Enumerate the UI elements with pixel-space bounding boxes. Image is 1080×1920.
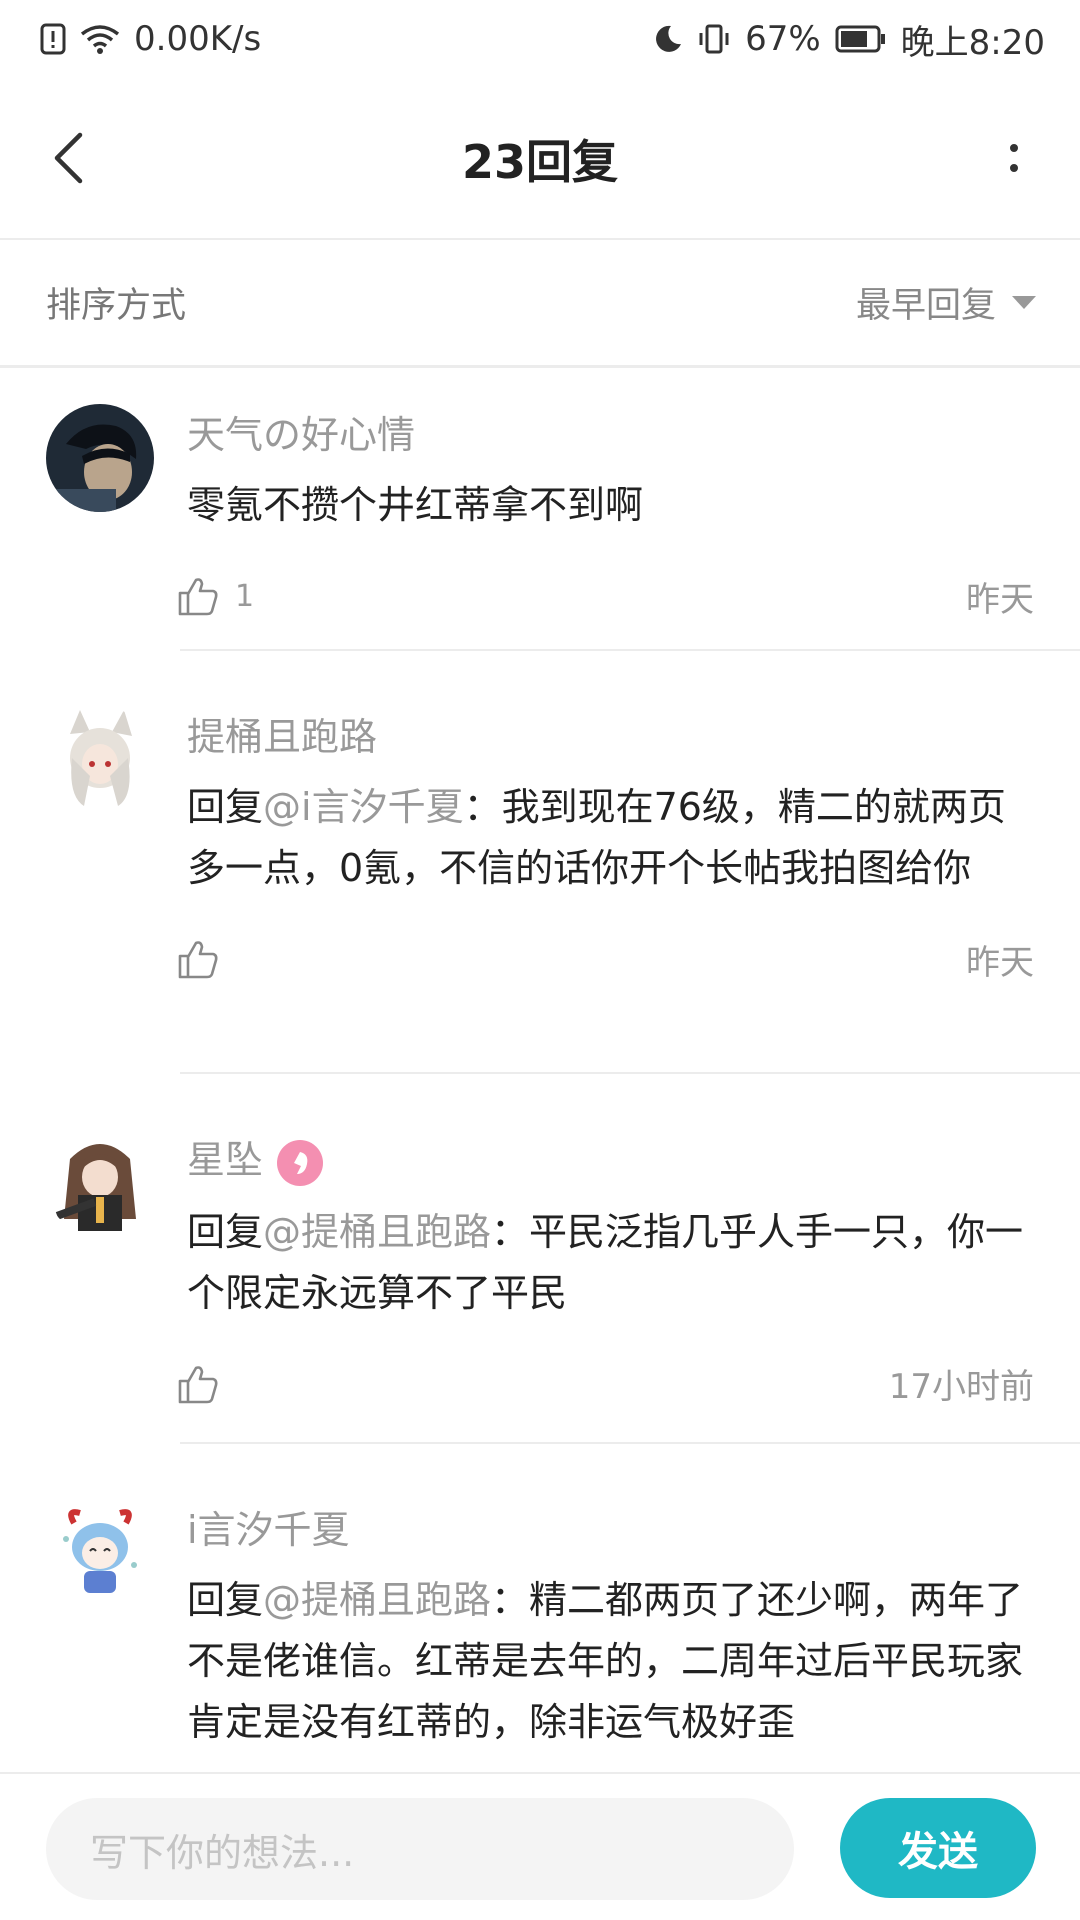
like-button[interactable]	[177, 939, 235, 979]
sort-dropdown[interactable]: 最早回复	[856, 277, 1036, 328]
page-title: 23回复	[461, 135, 618, 189]
status-bar: 0.00K/s 67% 晚上8:20	[0, 0, 1080, 78]
username[interactable]: 星坠	[187, 1138, 263, 1182]
clock: 晚上8:20	[900, 22, 1045, 63]
sort-label: 排序方式	[46, 286, 187, 326]
more-options-button[interactable]	[984, 122, 1044, 194]
dropdown-triangle-icon	[1012, 296, 1036, 309]
battery-icon	[835, 25, 887, 53]
like-button[interactable]	[177, 1364, 235, 1404]
comment-input[interactable]: 写下你的想法...	[46, 1798, 794, 1900]
thumbs-up-icon	[178, 941, 218, 979]
comment-time: 17小时前	[888, 1367, 1034, 1407]
comment-list: 天气の好心情 零氪不攒个井红蒂拿不到啊 1 昨天 提桶且跑路 回复@i言汐千夏：…	[0, 371, 1080, 1844]
sort-selected-value: 最早回复	[855, 286, 996, 326]
mention-link[interactable]: @提桶且跑路	[263, 1210, 491, 1254]
comment-item: 星坠 回复@提桶且跑路：平民泛指几乎人手一只，你一个限定永远算不了平民 17小时…	[0, 1074, 1080, 1442]
comment-text: 回复@i言汐千夏：我到现在76级，精二的就两页多一点，0氪，不信的话你开个长帖我…	[187, 777, 1040, 899]
header: 23回复	[0, 78, 1080, 240]
username[interactable]: 天气の好心情	[187, 404, 1040, 459]
reply-prefix: 回复	[187, 785, 264, 829]
vibrate-icon	[697, 23, 731, 55]
comment-item: 提桶且跑路 回复@i言汐千夏：我到现在76级，精二的就两页多一点，0氪，不信的话…	[0, 651, 1080, 1072]
more-dots-icon	[1010, 144, 1018, 152]
avatar[interactable]	[46, 1129, 154, 1237]
avatar[interactable]	[46, 706, 154, 814]
comment-item: 天气の好心情 零氪不攒个井红蒂拿不到啊 1 昨天	[0, 371, 1080, 649]
comment-input-bar: 写下你的想法... 发送	[0, 1772, 1080, 1920]
like-button[interactable]: 1	[177, 576, 254, 616]
thumbs-up-icon	[178, 578, 218, 616]
avatar[interactable]	[46, 404, 154, 512]
username[interactable]: i言汐千夏	[187, 1499, 1040, 1554]
user-badge-icon	[277, 1139, 324, 1186]
reply-prefix: 回复	[187, 1209, 264, 1254]
thumbs-up-icon	[178, 1365, 218, 1403]
comment-time: 昨天	[966, 942, 1034, 983]
net-speed: 0.00K/s	[134, 19, 262, 59]
comment-time: 昨天	[966, 579, 1034, 620]
avatar[interactable]	[46, 1499, 154, 1607]
battery-percent: 67%	[745, 19, 821, 59]
comment-text: 回复@提桶且跑路：平民泛指几乎人手一只，你一个限定永远算不了平民	[187, 1202, 1040, 1324]
like-count: 1	[235, 578, 255, 614]
wifi-icon	[80, 23, 120, 55]
reply-prefix: 回复	[187, 1578, 264, 1622]
comment-text: 回复@提桶且跑路：精二都两页了还少啊，两年了不是佬谁信。红蒂是去年的，二周年过后…	[187, 1570, 1040, 1753]
comment-text: 零氪不攒个井红蒂拿不到啊	[187, 483, 644, 527]
sort-bar: 排序方式 最早回复	[0, 240, 1080, 368]
moon-icon	[653, 24, 683, 54]
mention-link[interactable]: @提桶且跑路	[263, 1578, 491, 1622]
mention-link[interactable]: @i言汐千夏	[263, 785, 464, 829]
send-button[interactable]: 发送	[840, 1798, 1036, 1898]
username[interactable]: 提桶且跑路	[187, 706, 1040, 761]
sim-alert-icon	[40, 23, 66, 55]
